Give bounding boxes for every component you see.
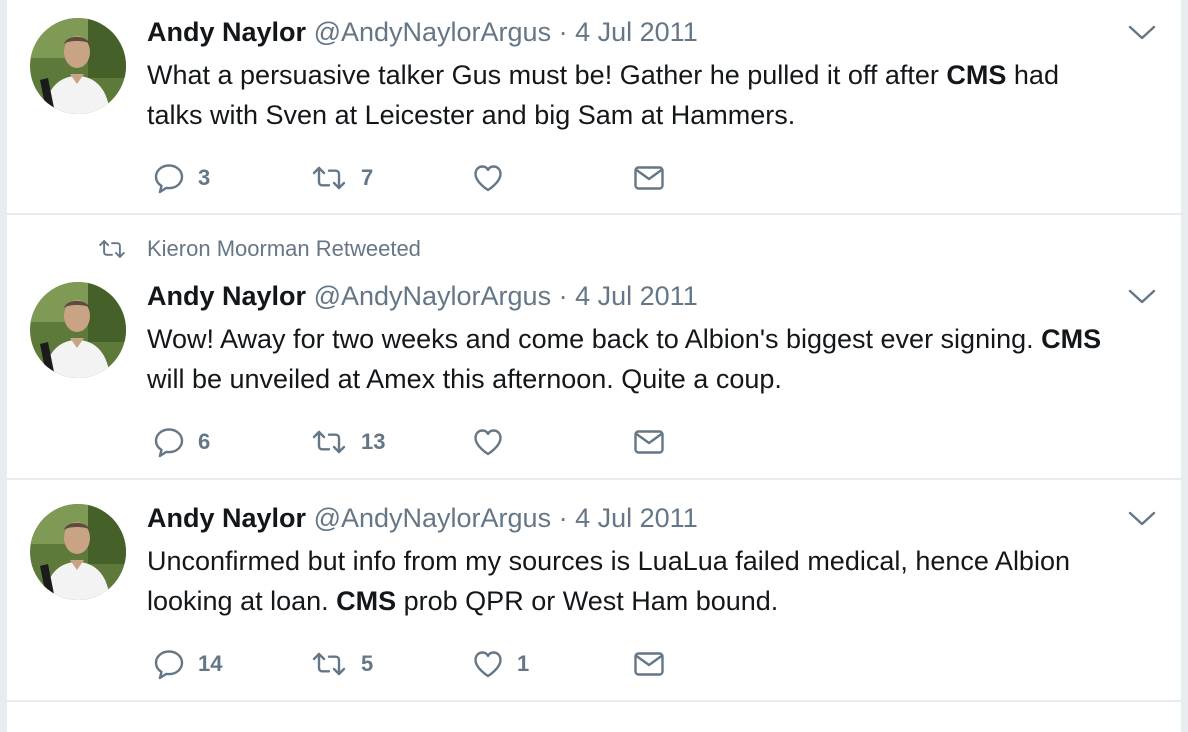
like-count: 1	[517, 651, 530, 676]
author-name[interactable]: Andy Naylor	[147, 281, 306, 311]
reply-count: 3	[198, 165, 211, 190]
reply-icon	[154, 650, 184, 680]
tweet-text: Wow! Away for two weeks and come back to…	[147, 319, 1177, 399]
reply-icon	[154, 164, 184, 194]
like-icon	[474, 429, 502, 456]
retweet-icon	[312, 430, 346, 454]
reply-button[interactable]: 14	[153, 646, 222, 682]
tweet-text-part: Unconfirmed but info from my sources is …	[147, 546, 1070, 576]
dm-button[interactable]	[633, 160, 665, 196]
chevron-down-icon[interactable]	[1127, 508, 1157, 530]
avatar[interactable]	[30, 504, 126, 600]
reply-button[interactable]: 6	[153, 424, 210, 460]
reply-button[interactable]: 3	[153, 160, 210, 196]
tweet-header: Andy Naylor @AndyNaylorArgus · 4 Jul 201…	[147, 16, 698, 48]
author-handle[interactable]: @AndyNaylorArgus	[314, 281, 552, 311]
separator-dot: ·	[558, 17, 568, 47]
tweet-date[interactable]: 4 Jul 2011	[575, 281, 698, 311]
tweet-date[interactable]: 4 Jul 2011	[575, 17, 698, 47]
retweet-count: 5	[361, 651, 374, 676]
tweet-text-bold: CMS	[946, 60, 1007, 90]
chevron-down-icon[interactable]	[1127, 22, 1157, 44]
tweet-text-bold: CMS	[1041, 324, 1102, 354]
retweet-button[interactable]: 7	[310, 160, 373, 196]
retweet-button[interactable]: 13	[310, 424, 385, 460]
retweet-icon	[312, 652, 346, 676]
separator-dot: ·	[558, 503, 568, 533]
author-name[interactable]: Andy Naylor	[147, 503, 306, 533]
tweet-text-part: will be unveiled at Amex this afternoon.…	[147, 364, 782, 394]
tweet-header: Andy Naylor @AndyNaylorArgus · 4 Jul 201…	[147, 280, 698, 312]
tweet-text: What a persuasive talker Gus must be! Ga…	[147, 55, 1177, 135]
like-button[interactable]	[472, 160, 517, 196]
retweet-button[interactable]: 5	[310, 646, 373, 682]
tweet-date[interactable]: 4 Jul 2011	[575, 503, 698, 533]
tweet-text-part: talks with Sven at Leicester and big Sam…	[147, 100, 796, 130]
tweet-3[interactable]: Andy Naylor @AndyNaylorArgus · 4 Jul 201…	[7, 480, 1181, 700]
separator-dot: ·	[558, 281, 568, 311]
reply-count: 14	[198, 651, 223, 676]
like-icon	[474, 651, 502, 678]
tweet-text-part: prob QPR or West Ham bound.	[396, 586, 779, 616]
tweet-text-bold: CMS	[336, 586, 397, 616]
tweet-text: Unconfirmed but info from my sources is …	[147, 541, 1177, 621]
tweet-text-part: Wow! Away for two weeks and come back to…	[147, 324, 1042, 354]
author-handle[interactable]: @AndyNaylorArgus	[314, 503, 552, 533]
dm-button[interactable]	[633, 424, 665, 460]
retweet-icon	[312, 166, 346, 190]
like-button[interactable]	[472, 424, 517, 460]
dm-icon	[634, 166, 664, 190]
avatar[interactable]	[30, 18, 126, 114]
like-icon	[474, 165, 502, 192]
tweet-text-part: What a persuasive talker Gus must be! Ga…	[147, 60, 947, 90]
like-button[interactable]: 1	[472, 646, 529, 682]
dm-button[interactable]	[633, 646, 665, 682]
reply-icon	[154, 428, 184, 458]
avatar[interactable]	[30, 282, 126, 378]
tweet-header: Andy Naylor @AndyNaylorArgus · 4 Jul 201…	[147, 502, 698, 534]
divider	[7, 700, 1181, 702]
tweet-1[interactable]: Andy Naylor @AndyNaylorArgus · 4 Jul 201…	[7, 0, 1181, 214]
tweet-2[interactable]: Andy Naylor @AndyNaylorArgus · 4 Jul 201…	[7, 215, 1181, 478]
retweet-count: 13	[361, 429, 386, 454]
retweet-count: 7	[361, 165, 374, 190]
dm-icon	[634, 430, 664, 454]
author-handle[interactable]: @AndyNaylorArgus	[314, 17, 552, 47]
dm-icon	[634, 652, 664, 676]
author-name[interactable]: Andy Naylor	[147, 17, 306, 47]
tweet-text-part: had	[1006, 60, 1059, 90]
chevron-down-icon[interactable]	[1127, 286, 1157, 308]
reply-count: 6	[198, 429, 211, 454]
timeline: Andy Naylor @AndyNaylorArgus · 4 Jul 201…	[7, 0, 1181, 732]
tweet-text-part: looking at loan.	[147, 586, 337, 616]
